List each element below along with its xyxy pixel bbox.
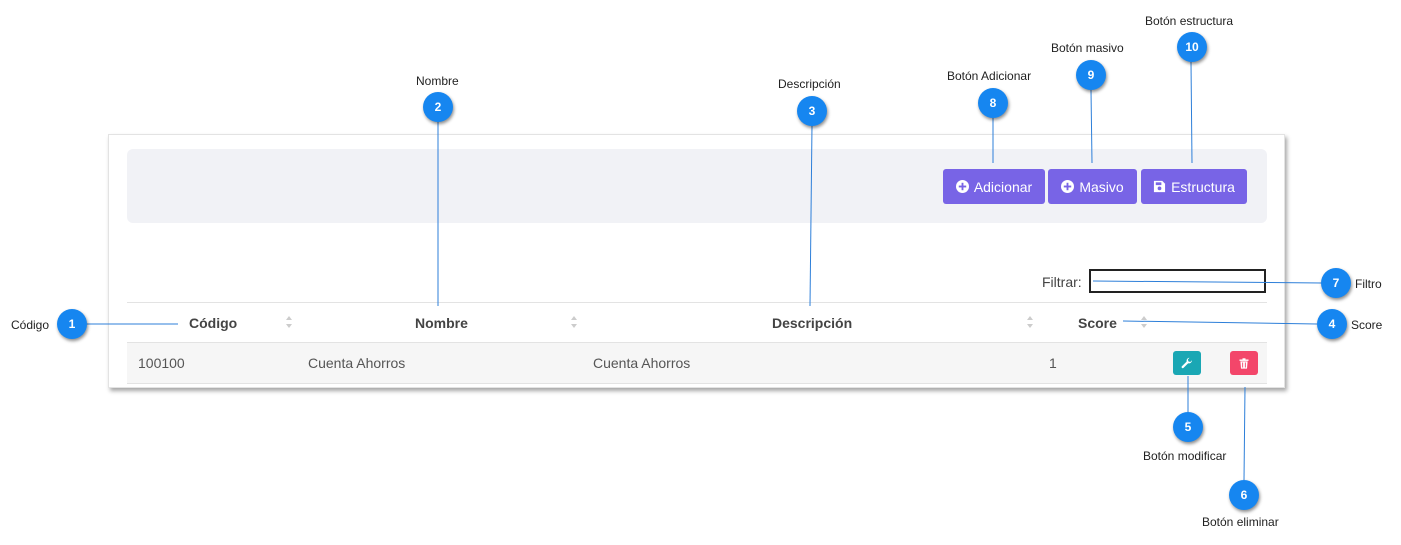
callout-label-2: Nombre [416,74,459,88]
callout-badge-6: 6 [1229,480,1259,510]
connector-3 [809,124,813,307]
callout-badge-7: 7 [1321,268,1351,298]
callout-label-5: Botón modificar [1143,449,1227,463]
callout-label-9: Botón masivo [1051,41,1124,55]
callout-label-8: Botón Adicionar [947,69,1032,83]
callout-label-10: Botón estructura [1145,14,1234,28]
callout-badge-5: 5 [1173,412,1203,442]
connector-4 [1122,320,1318,325]
callout-label-1: Código [11,318,50,332]
callout-badge-9: 9 [1076,60,1106,90]
callout-badge-1: 1 [57,309,87,339]
callout-label-4: Score [1351,318,1383,332]
callout-label-6: Botón eliminar [1202,515,1279,529]
callout-badge-8: 8 [978,88,1008,118]
callout-badge-10: 10 [1177,32,1207,62]
callout-connectors [86,61,1323,481]
connector-9 [1090,89,1093,164]
connector-10 [1190,61,1193,164]
callout-label-7: Filtro [1355,277,1382,291]
connector-7 [1092,280,1323,284]
callout-label-3: Descripción [778,77,841,91]
callout-badge-4: 4 [1317,309,1347,339]
callout-badge-3: 3 [797,96,827,126]
connector-6 [1243,386,1246,481]
callout-badge-2: 2 [423,92,453,122]
